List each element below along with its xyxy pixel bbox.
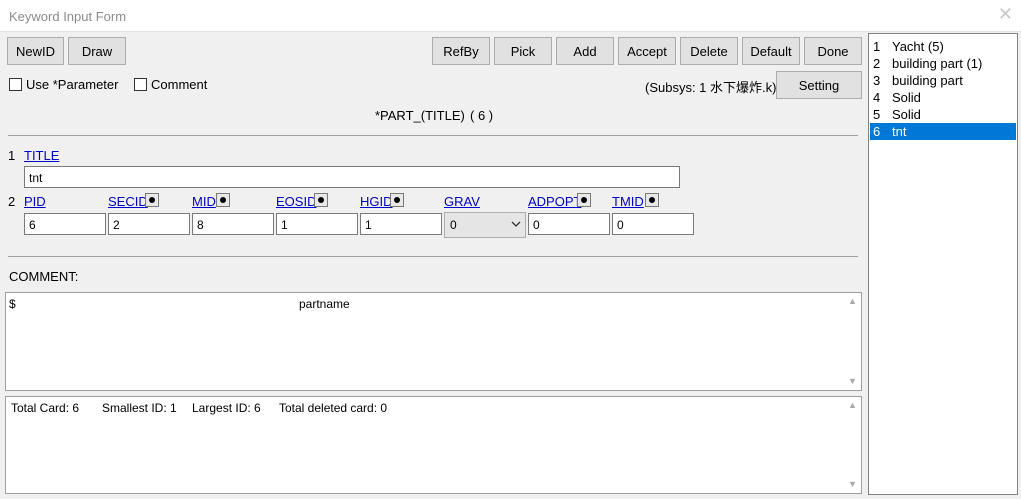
scroll-down-arrow-icon[interactable]: ▼ — [844, 476, 861, 493]
grav-select[interactable]: 0 — [444, 212, 526, 238]
comment-section-label: COMMENT: — [9, 269, 79, 284]
tmid-pick-button[interactable] — [645, 193, 659, 207]
refby-button[interactable]: RefBy — [432, 37, 490, 65]
keyword-count: ( 6 ) — [470, 108, 494, 123]
separator — [8, 256, 858, 257]
setting-button[interactable]: Setting — [776, 71, 862, 99]
hgid-input[interactable]: 1 — [360, 213, 442, 235]
eosid-pick-button[interactable] — [314, 193, 328, 207]
secid-label-link[interactable]: SECID — [108, 194, 148, 209]
delete-button[interactable]: Delete — [680, 37, 738, 65]
comment-textarea[interactable]: $ partname ▲ ▼ — [5, 292, 862, 391]
list-item-number: 4 — [873, 90, 881, 105]
pid-label-link[interactable]: PID — [24, 194, 46, 209]
comment-line-prefix: $ — [9, 297, 16, 311]
draw-button[interactable]: Draw — [68, 37, 126, 65]
list-item-name: building part — [892, 73, 963, 88]
adpopt-label-link[interactable]: ADPOPT — [528, 194, 581, 209]
use-parameter-label: Use *Parameter — [26, 77, 119, 92]
comment-checkbox[interactable]: Comment — [134, 77, 207, 92]
list-item-name: Yacht (5) — [892, 39, 944, 54]
add-button[interactable]: Add — [556, 37, 614, 65]
card1-row-number: 1 — [8, 148, 16, 163]
list-item[interactable]: 2 building part (1) — [870, 55, 1016, 72]
list-item[interactable]: 5 Solid — [870, 106, 1016, 123]
summary-panel: Total Card: 6 Smallest ID: 1 Largest ID:… — [5, 396, 862, 494]
adpopt-input[interactable]: 0 — [528, 213, 610, 235]
chevron-down-icon — [511, 217, 521, 234]
hgid-pick-button[interactable] — [390, 193, 404, 207]
mid-input[interactable]: 8 — [192, 213, 274, 235]
largest-id-text: Largest ID: 6 — [192, 401, 261, 415]
pid-input[interactable]: 6 — [24, 213, 106, 235]
grav-selected-value: 0 — [450, 218, 457, 232]
secid-pick-button[interactable] — [145, 193, 159, 207]
tmid-input[interactable]: 0 — [612, 213, 694, 235]
comment-line-text: partname — [299, 297, 350, 311]
list-item[interactable]: 6 tnt — [870, 123, 1016, 140]
total-card-text: Total Card: 6 — [11, 401, 80, 415]
summary-scrollbar[interactable]: ▲ ▼ — [844, 397, 861, 493]
window-title: Keyword Input Form — [9, 9, 127, 24]
newid-button[interactable]: NewID — [7, 37, 64, 65]
comment-scrollbar[interactable]: ▲ ▼ — [844, 293, 861, 390]
total-deleted-text: Total deleted card: 0 — [279, 401, 388, 415]
title-bar: Keyword Input Form ✕ — [0, 0, 1021, 32]
list-item-name: Solid — [892, 90, 921, 105]
done-button[interactable]: Done — [804, 37, 862, 65]
separator — [8, 135, 858, 136]
list-item-name: tnt — [892, 124, 907, 139]
eosid-input[interactable]: 1 — [276, 213, 358, 235]
smallest-id-text: Smallest ID: 1 — [102, 401, 177, 415]
hgid-label-link[interactable]: HGID — [360, 194, 393, 209]
list-item[interactable]: 1 Yacht (5) — [870, 38, 1016, 55]
list-item[interactable]: 4 Solid — [870, 89, 1016, 106]
pick-button[interactable]: Pick — [494, 37, 552, 65]
list-item-name: building part (1) — [892, 56, 983, 71]
part-list[interactable]: 1 Yacht (5) 2 building part (1) 3 buildi… — [868, 33, 1018, 495]
secid-input[interactable]: 2 — [108, 213, 190, 235]
default-button[interactable]: Default — [742, 37, 800, 65]
checkbox-box[interactable] — [9, 78, 22, 91]
list-item-number: 6 — [873, 124, 881, 139]
scroll-up-arrow-icon[interactable]: ▲ — [844, 293, 861, 310]
list-item[interactable]: 3 building part — [870, 72, 1016, 89]
eosid-label-link[interactable]: EOSID — [276, 194, 316, 209]
adpopt-pick-button[interactable] — [577, 193, 591, 207]
list-item-number: 2 — [873, 56, 881, 71]
list-item-number: 5 — [873, 107, 881, 122]
mid-pick-button[interactable] — [216, 193, 230, 207]
list-item-number: 3 — [873, 73, 881, 88]
list-item-name: Solid — [892, 107, 921, 122]
grav-label-link[interactable]: GRAV — [444, 194, 480, 209]
title-label-link[interactable]: TITLE — [24, 148, 59, 163]
comment-checkbox-label: Comment — [151, 77, 208, 92]
checkbox-box[interactable] — [134, 78, 147, 91]
close-icon[interactable]: ✕ — [998, 5, 1013, 23]
scroll-up-arrow-icon[interactable]: ▲ — [844, 397, 861, 414]
tmid-label-link[interactable]: TMID — [612, 194, 644, 209]
accept-button[interactable]: Accept — [618, 37, 676, 65]
mid-label-link[interactable]: MID — [192, 194, 216, 209]
subsys-label: (Subsys: 1 水下爆炸.k) — [645, 80, 777, 95]
card2-row-number: 2 — [8, 194, 16, 209]
list-item-number: 1 — [873, 39, 881, 54]
use-parameter-checkbox[interactable]: Use *Parameter — [9, 77, 118, 92]
keyword-name: *PART_(TITLE) — [375, 108, 465, 123]
scroll-down-arrow-icon[interactable]: ▼ — [844, 373, 861, 390]
title-input[interactable]: tnt — [24, 166, 680, 188]
